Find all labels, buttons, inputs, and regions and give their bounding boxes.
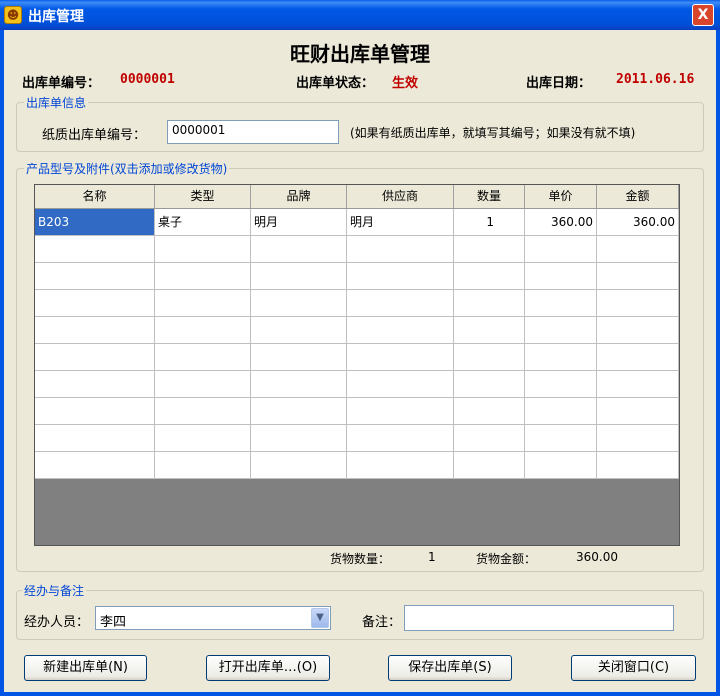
close-icon: X	[697, 7, 709, 23]
cell-price[interactable]: 360.00	[525, 209, 597, 236]
table-row[interactable]	[35, 371, 679, 398]
goods-count-label: 货物数量：	[330, 552, 391, 566]
cell-supplier[interactable]: 明月	[347, 209, 454, 236]
product-grid[interactable]: 名称 类型 品牌 供应商 数量 单价 金额 B203 桌子 明月 明月 1 36…	[34, 184, 680, 546]
close-window-button[interactable]: X	[692, 4, 714, 26]
date-label: 出库日期：	[526, 76, 592, 91]
title-bar[interactable]: ☻ 出库管理 X	[0, 0, 720, 30]
page-title: 旺财出库单管理	[290, 42, 430, 66]
date-value: 2011.06.16	[616, 72, 695, 87]
window-title: 出库管理	[28, 9, 84, 25]
chevron-down-icon[interactable]: ▼	[311, 608, 329, 628]
handler-group-legend: 经办与备注	[22, 582, 87, 599]
column-header-qty[interactable]: 数量	[454, 185, 525, 208]
cell-type[interactable]: 桌子	[155, 209, 251, 236]
remark-input[interactable]	[404, 605, 674, 631]
column-header-brand[interactable]: 品牌	[251, 185, 347, 208]
order-no-value: 0000001	[120, 72, 175, 87]
new-order-button[interactable]: 新建出库单(N)	[24, 655, 147, 681]
column-header-name[interactable]: 名称	[35, 185, 155, 208]
column-header-type[interactable]: 类型	[155, 185, 251, 208]
cell-amount[interactable]: 360.00	[597, 209, 679, 236]
table-row[interactable]	[35, 236, 679, 263]
info-group-legend: 出库单信息	[24, 94, 89, 111]
open-order-button[interactable]: 打开出库单…(O)	[206, 655, 330, 681]
app-icon: ☻	[4, 6, 22, 24]
goods-amount-label: 货物金额：	[476, 552, 537, 566]
order-no-label: 出库单编号：	[22, 76, 101, 91]
paper-no-label: 纸质出库单编号：	[42, 128, 147, 143]
goods-count-value: 1	[428, 550, 436, 564]
table-row[interactable]	[35, 317, 679, 344]
remark-label: 备注：	[362, 615, 402, 630]
table-row[interactable]	[35, 344, 679, 371]
table-row[interactable]	[35, 398, 679, 425]
grid-header: 名称 类型 品牌 供应商 数量 单价 金额	[35, 185, 679, 209]
cell-qty[interactable]: 1	[454, 209, 525, 236]
table-row[interactable]	[35, 263, 679, 290]
close-dialog-button[interactable]: 关闭窗口(C)	[571, 655, 696, 681]
status-value: 生效	[392, 76, 419, 91]
column-header-price[interactable]: 单价	[525, 185, 597, 208]
handler-select[interactable]: 李四 ▼	[95, 606, 331, 630]
save-order-button[interactable]: 保存出库单(S)	[388, 655, 512, 681]
table-row[interactable]	[35, 425, 679, 452]
table-row[interactable]	[35, 290, 679, 317]
status-label: 出库单状态：	[296, 76, 375, 91]
cell-brand[interactable]: 明月	[251, 209, 347, 236]
paper-no-input[interactable]: 0000001	[167, 120, 339, 144]
column-header-amount[interactable]: 金额	[597, 185, 679, 208]
paper-no-hint: (如果有纸质出库单，就填写其编号；如果没有就不填)	[350, 126, 636, 140]
table-row[interactable]	[35, 452, 679, 479]
handler-label: 经办人员：	[24, 615, 90, 630]
table-row[interactable]: B203 桌子 明月 明月 1 360.00 360.00	[35, 209, 679, 236]
goods-amount-value: 360.00	[576, 550, 618, 564]
products-group-legend: 产品型号及附件(双击添加或修改货物)	[24, 160, 230, 177]
cell-name[interactable]: B203	[35, 209, 155, 236]
column-header-supplier[interactable]: 供应商	[347, 185, 454, 208]
handler-select-value: 李四	[100, 615, 127, 630]
